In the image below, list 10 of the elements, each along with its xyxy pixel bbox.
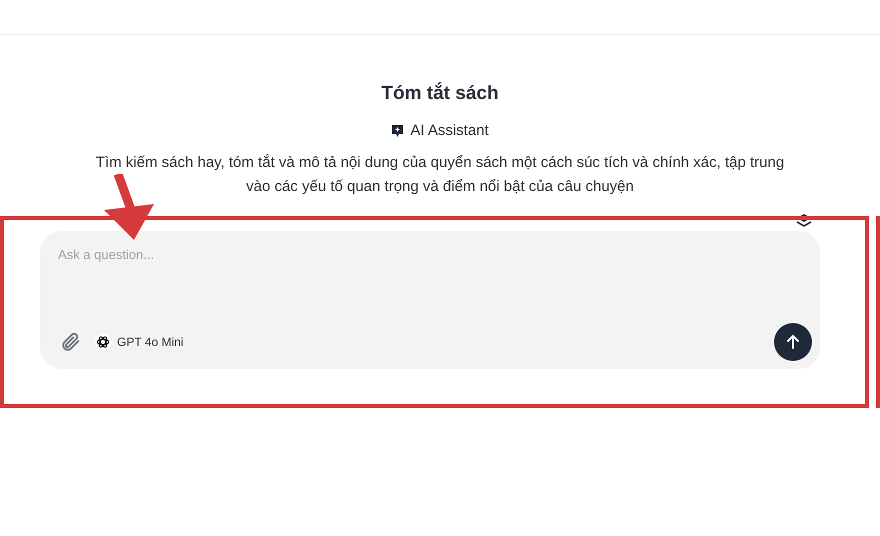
question-field[interactable]: Ask a question... GPT 4o Mini (40, 231, 820, 369)
arrow-up-icon (785, 334, 801, 350)
chat-icon (391, 124, 404, 138)
model-selector[interactable]: GPT 4o Mini (94, 333, 184, 351)
description-text: Tìm kiếm sách hay, tóm tắt và mô tả nội dung của quyển sách một cách súc tích và chính xác, tập trung vào các yếu tố quan trọng và điểm nổi bật của câu chuyện (95, 153, 785, 197)
send-button[interactable] (774, 323, 812, 361)
page-title: Tóm tắt sách (381, 83, 499, 105)
paperclip-icon[interactable] (60, 331, 82, 353)
assistant-label: AI Assistant (410, 122, 489, 139)
layers-icon[interactable] (796, 213, 812, 229)
